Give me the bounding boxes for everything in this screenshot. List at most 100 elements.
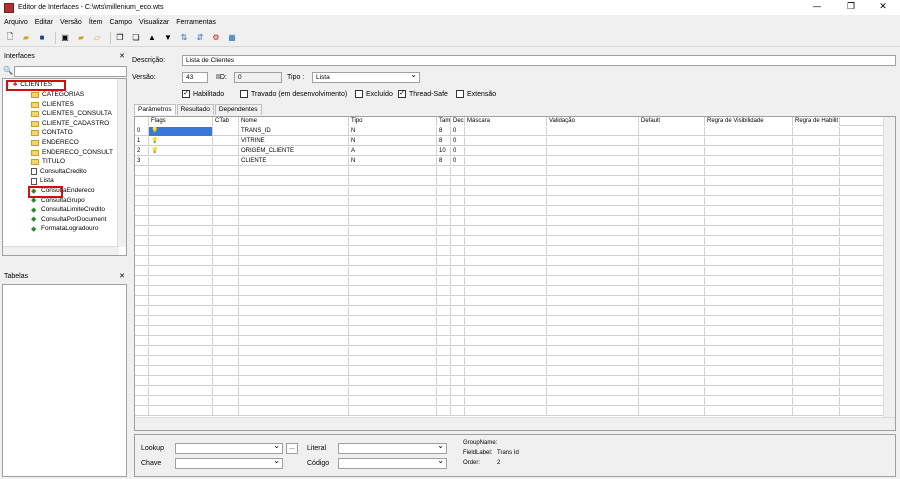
table-cell[interactable] (793, 137, 840, 146)
table-cell[interactable] (639, 367, 705, 376)
table-cell[interactable] (705, 257, 793, 266)
tree-hscrollbar[interactable] (3, 246, 119, 255)
table-cell[interactable] (793, 187, 840, 196)
menu-campo[interactable]: Campo (109, 19, 132, 26)
table-cell[interactable] (451, 307, 465, 316)
table-cell[interactable] (149, 377, 213, 386)
search-input[interactable] (14, 66, 127, 77)
table-cell[interactable] (451, 217, 465, 226)
table-cell[interactable] (639, 267, 705, 276)
table-cell[interactable] (465, 307, 547, 316)
save-icon[interactable]: ■ (36, 32, 48, 44)
table-cell[interactable] (793, 377, 840, 386)
table-cell[interactable] (639, 177, 705, 186)
table-cell[interactable] (465, 197, 547, 206)
table-row[interactable] (135, 227, 883, 236)
table-cell[interactable] (135, 187, 149, 196)
column-header[interactable]: Flags (149, 117, 213, 126)
table-cell[interactable] (213, 307, 239, 316)
table-cell[interactable] (465, 157, 547, 166)
table-cell[interactable] (213, 227, 239, 236)
table-cell[interactable] (239, 347, 349, 356)
table-cell[interactable] (437, 367, 451, 376)
table-cell[interactable] (213, 357, 239, 366)
minimize-button[interactable]: — (800, 0, 834, 15)
table-cell[interactable] (213, 137, 239, 146)
table-cell[interactable] (149, 297, 213, 306)
table-cell[interactable] (705, 127, 793, 136)
open-icon[interactable]: ▰ (20, 32, 32, 44)
table-row[interactable] (135, 307, 883, 316)
table-cell[interactable]: 0 (135, 127, 149, 136)
table-cell[interactable] (437, 347, 451, 356)
flag-icon[interactable]: 💡 (149, 147, 213, 156)
table-cell[interactable] (705, 187, 793, 196)
table-cell[interactable] (239, 257, 349, 266)
column-header[interactable]: Decima (451, 117, 465, 126)
column-header[interactable]: CTab (213, 117, 239, 126)
table-cell[interactable] (135, 267, 149, 276)
table-cell[interactable] (239, 217, 349, 226)
table-cell[interactable] (547, 257, 639, 266)
table-cell[interactable] (437, 267, 451, 276)
menu-versao[interactable]: Versão (60, 19, 82, 26)
table-cell[interactable] (793, 237, 840, 246)
table-row[interactable] (135, 257, 883, 266)
table-cell[interactable] (135, 207, 149, 216)
tab-resultado[interactable]: Resultado (176, 104, 214, 115)
table-cell[interactable] (349, 387, 437, 396)
table-cell[interactable] (465, 367, 547, 376)
grid-icon[interactable]: ▦ (226, 32, 238, 44)
table-cell[interactable] (639, 377, 705, 386)
table-cell[interactable]: N (349, 137, 437, 146)
table-cell[interactable] (465, 187, 547, 196)
table-cell[interactable] (705, 377, 793, 386)
table-cell[interactable] (793, 247, 840, 256)
tree-item[interactable]: ◆ ConsultaLimiteCredito (31, 206, 105, 214)
table-cell[interactable] (239, 387, 349, 396)
table-cell[interactable]: VITRINE (239, 137, 349, 146)
table-row[interactable] (135, 267, 883, 276)
flag-icon[interactable]: 💡 (149, 137, 213, 146)
table-cell[interactable] (639, 337, 705, 346)
table-cell[interactable] (705, 167, 793, 176)
table-row[interactable] (135, 207, 883, 216)
table-cell[interactable] (437, 247, 451, 256)
table-cell[interactable] (465, 347, 547, 356)
table-cell[interactable] (149, 187, 213, 196)
tree-item[interactable]: CATEGORIAS (31, 91, 84, 99)
table-cell[interactable] (149, 337, 213, 346)
table-cell[interactable] (239, 277, 349, 286)
habilitado-checkbox[interactable]: ✓ Habilitado (182, 90, 224, 98)
table-cell[interactable] (705, 237, 793, 246)
table-cell[interactable] (213, 287, 239, 296)
table-cell[interactable] (135, 277, 149, 286)
menu-editar[interactable]: Editar (35, 19, 53, 26)
table-row[interactable] (135, 397, 883, 406)
copy-icon[interactable]: ❐ (114, 32, 126, 44)
table-cell[interactable] (705, 337, 793, 346)
table-cell[interactable] (639, 397, 705, 406)
table-cell[interactable] (547, 297, 639, 306)
table-cell[interactable] (465, 207, 547, 216)
table-row[interactable] (135, 367, 883, 376)
table-cell[interactable] (135, 307, 149, 316)
table-cell[interactable] (793, 327, 840, 336)
table-cell[interactable] (349, 167, 437, 176)
table-cell[interactable] (135, 367, 149, 376)
table-cell[interactable] (135, 257, 149, 266)
table-cell[interactable] (213, 167, 239, 176)
maximize-button[interactable]: ❐ (834, 0, 868, 15)
table-cell[interactable] (451, 347, 465, 356)
column-header[interactable]: Regra de Visibilidade (705, 117, 793, 126)
table-row[interactable] (135, 357, 883, 366)
table-cell[interactable] (135, 247, 149, 256)
table-cell[interactable] (451, 177, 465, 186)
table-cell[interactable] (213, 267, 239, 276)
table-cell[interactable] (639, 197, 705, 206)
table-cell[interactable] (547, 327, 639, 336)
column-header[interactable]: Máscara (465, 117, 547, 126)
table-cell[interactable] (465, 337, 547, 346)
table-cell[interactable] (149, 307, 213, 316)
table-cell[interactable] (135, 287, 149, 296)
